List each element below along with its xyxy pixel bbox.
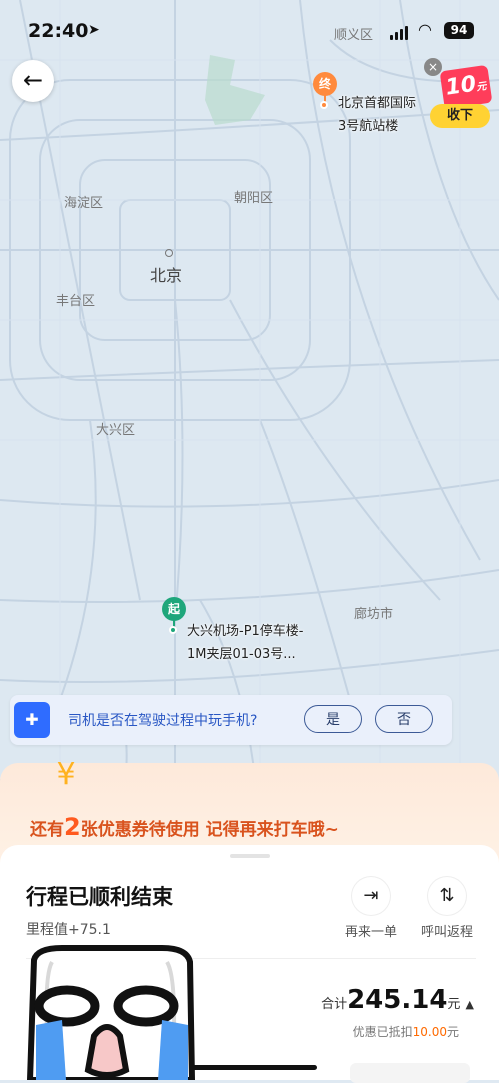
coupon-ad[interactable]: 10元 收下 ×	[424, 58, 494, 130]
back-arrow-icon: ←	[22, 66, 44, 94]
origin-pin-dot	[169, 626, 177, 634]
total-unit: 元	[447, 997, 461, 1012]
origin-line-2: 1M夹层01-03号...	[187, 647, 296, 662]
discount-unit: 元	[446, 1025, 459, 1039]
district-label: 海淀区	[64, 196, 104, 211]
coupon-amount-value: 10	[443, 71, 478, 101]
total-label: 合计	[321, 997, 348, 1012]
origin-label: 大兴机场-P1停车楼- 1M夹层01-03号...	[187, 620, 304, 666]
destination-marker[interactable]: 终	[313, 72, 337, 96]
swap-icon: ⇅	[428, 877, 466, 915]
shield-plus-icon: ✚	[14, 702, 50, 738]
survey-no-button[interactable]: 否	[375, 705, 433, 733]
district-label: 大兴区	[96, 423, 136, 438]
district-label: 廊坊市	[354, 607, 394, 622]
coupon-amount: 10元	[439, 64, 493, 110]
destination-line-1: 北京首都国际	[338, 96, 417, 111]
status-time: 22:40	[28, 20, 89, 42]
reorder-button[interactable]: ⇥ 再来一单	[336, 877, 406, 940]
coupon-coin-icon: ¥	[56, 757, 76, 792]
crying-face-sticker	[26, 945, 196, 1080]
discount-note: 优惠已抵扣10.00元	[353, 1023, 459, 1040]
wifi-icon: ◠	[418, 20, 432, 39]
total-amount: 245.14	[347, 985, 448, 1015]
coupon-reminder-suffix: 张优惠券待使用 记得再来打车哦~	[80, 820, 339, 840]
cellular-signal-icon	[390, 26, 410, 40]
coupon-count: 2	[64, 813, 81, 841]
coupon-take-button[interactable]: 收下	[430, 104, 490, 128]
destination-label: 北京首都国际 3号航站楼	[338, 92, 416, 138]
chevron-up-icon: ▲	[465, 998, 474, 1011]
call-return-label: 呼叫返程	[420, 925, 473, 940]
discount-amount: 10.00	[412, 1025, 447, 1039]
fare-detail-row	[350, 1063, 470, 1083]
city-center-dot	[165, 249, 173, 257]
destination-line-2: 3号航站楼	[338, 119, 399, 134]
trip-status-title: 行程已顺利结束	[26, 885, 173, 909]
survey-yes-button[interactable]: 是	[304, 705, 362, 733]
sheet-grabber[interactable]	[230, 854, 270, 858]
survey-question: 司机是否在驾驶过程中玩手机?	[68, 713, 258, 729]
battery-indicator: 94	[444, 22, 474, 39]
origin-marker[interactable]: 起	[162, 597, 186, 621]
district-label: 朝阳区	[234, 191, 274, 206]
district-label: 丰台区	[56, 294, 96, 309]
call-return-button[interactable]: ⇅ 呼叫返程	[412, 877, 482, 940]
city-label: 北京	[150, 266, 183, 285]
status-bar: 22:40 ➤ ◠ 94	[0, 0, 499, 62]
coupon-reminder-prefix: 还有	[30, 820, 64, 840]
coupon-amount-unit: 元	[475, 81, 488, 94]
mileage-points: 里程值+75.1	[26, 922, 111, 938]
close-icon[interactable]: ×	[424, 58, 442, 76]
origin-line-1: 大兴机场-P1停车楼-	[187, 624, 304, 639]
reorder-label: 再来一单	[344, 925, 397, 940]
location-arrow-icon: ➤	[88, 22, 100, 38]
arrow-right-circle-icon: ⇥	[352, 877, 390, 915]
safety-survey: ✚ 司机是否在驾驶过程中玩手机? 是 否	[10, 695, 452, 745]
fare-total[interactable]: 合计245.14元 ▲	[321, 985, 474, 1015]
discount-prefix: 优惠已抵扣	[352, 1025, 413, 1039]
home-indicator	[183, 1065, 317, 1070]
destination-pin-dot	[320, 101, 328, 109]
back-button[interactable]: ←	[12, 60, 54, 102]
coupon-reminder-text: 还有2张优惠券待使用 记得再来打车哦~	[30, 813, 339, 841]
